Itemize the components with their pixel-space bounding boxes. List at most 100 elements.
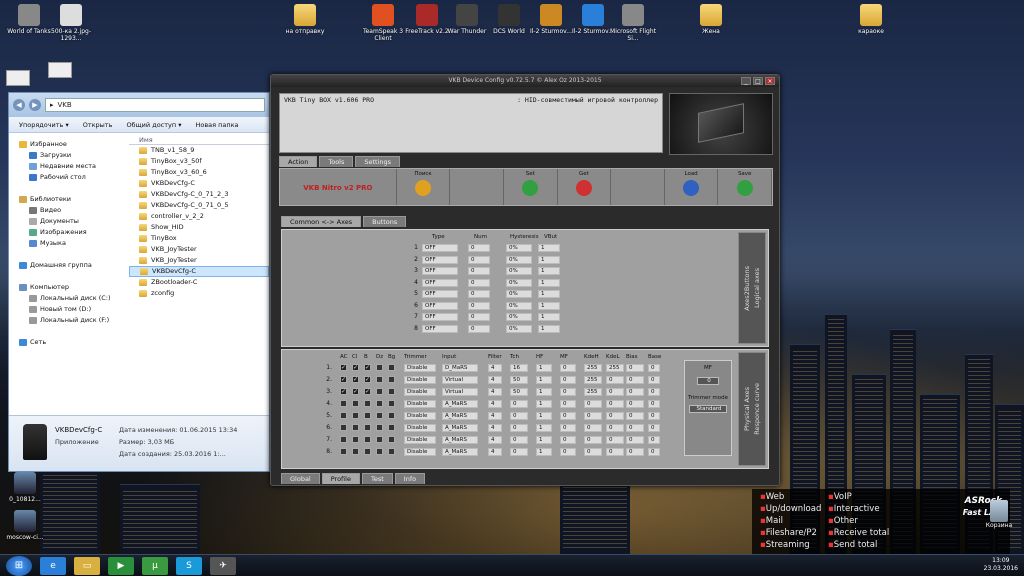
base-input[interactable]: 0	[648, 412, 660, 420]
file-row[interactable]: TinyBox_v3_60_6	[129, 167, 269, 178]
tch-input[interactable]: 0	[510, 448, 528, 456]
num-input[interactable]: 0	[468, 267, 490, 275]
option-checkbox[interactable]	[340, 376, 347, 383]
trimmer-select[interactable]: Disable	[404, 376, 436, 384]
option-checkbox[interactable]	[352, 448, 359, 455]
tch-input[interactable]: 16	[510, 364, 528, 372]
option-checkbox[interactable]	[376, 436, 383, 443]
taskbar-app[interactable]: ✈	[210, 556, 236, 575]
tch-input[interactable]: 0	[510, 436, 528, 444]
file-row[interactable]: TinyBox_v3_50f	[129, 156, 269, 167]
file-row[interactable]: VKB_JoyTester	[129, 244, 269, 255]
type-select[interactable]: OFF	[422, 244, 458, 252]
tab-action[interactable]: Action	[279, 156, 318, 167]
hysteresis-select[interactable]: 0%	[506, 313, 532, 321]
hysteresis-select[interactable]: 0%	[506, 290, 532, 298]
num-input[interactable]: 0	[468, 278, 490, 287]
option-checkbox[interactable]	[388, 400, 395, 407]
filter-input[interactable]: 4	[488, 388, 502, 396]
nav-item[interactable]: Изображения	[9, 227, 127, 238]
hysteresis-select[interactable]: 0%	[506, 267, 532, 275]
option-checkbox[interactable]	[352, 412, 359, 419]
mf-input[interactable]: 0	[560, 448, 576, 456]
toolbar-button[interactable]: Общий доступ ▾	[126, 121, 181, 129]
kdel-input[interactable]: 0	[606, 376, 624, 384]
option-checkbox[interactable]	[340, 436, 347, 443]
trimmer-select[interactable]: Disable	[404, 436, 436, 444]
type-select[interactable]: OFF	[422, 278, 458, 287]
filter-input[interactable]: 4	[488, 448, 502, 456]
option-checkbox[interactable]	[340, 400, 347, 407]
address-input[interactable]: ▸ VKB	[45, 98, 265, 112]
filter-input[interactable]: 4	[488, 436, 502, 444]
option-checkbox[interactable]	[388, 412, 395, 419]
tab-global[interactable]: Global	[281, 473, 320, 484]
filter-input[interactable]: 4	[488, 424, 502, 432]
kdel-input[interactable]: 0	[606, 448, 624, 456]
option-checkbox[interactable]	[388, 424, 395, 431]
mf-input[interactable]: 0	[560, 376, 576, 384]
taskbar-app[interactable]: S	[176, 556, 202, 575]
kdeh-input[interactable]: 255	[584, 364, 602, 372]
option-checkbox[interactable]	[388, 376, 395, 383]
trimmer-select[interactable]: Disable	[404, 424, 436, 432]
option-checkbox[interactable]	[376, 424, 383, 431]
base-input[interactable]: 0	[648, 376, 660, 384]
option-checkbox[interactable]	[352, 436, 359, 443]
type-select[interactable]: OFF	[422, 301, 458, 310]
option-checkbox[interactable]	[340, 412, 347, 419]
num-input[interactable]: 0	[468, 244, 490, 252]
input-select[interactable]: Virtual	[442, 388, 478, 396]
option-checkbox[interactable]	[376, 364, 383, 371]
file-row[interactable]: VKBDevCfg-C	[129, 178, 269, 189]
tch-input[interactable]: 50	[510, 388, 528, 396]
input-select[interactable]: A_MaRS	[442, 436, 478, 444]
bias-input[interactable]: 0	[626, 376, 644, 384]
bias-input[interactable]: 0	[626, 364, 644, 372]
back-icon[interactable]: ◀	[13, 99, 25, 111]
mf-input[interactable]: 0	[697, 377, 719, 385]
filter-input[interactable]: 4	[488, 412, 502, 420]
hf-input[interactable]: 1	[536, 436, 552, 444]
base-input[interactable]: 0	[648, 448, 660, 456]
base-input[interactable]: 0	[648, 388, 660, 396]
desktop-icon[interactable]: War Thunder	[444, 4, 490, 35]
kdeh-input[interactable]: 0	[584, 436, 602, 444]
hf-input[interactable]: 1	[536, 364, 552, 372]
file-row[interactable]: TNB_v1_58_9	[129, 145, 269, 156]
hf-input[interactable]: 1	[536, 388, 552, 396]
file-row[interactable]: VKBDevCfg-C	[129, 266, 269, 277]
mf-input[interactable]: 0	[560, 424, 576, 432]
option-checkbox[interactable]	[376, 388, 383, 395]
action-поиск[interactable]: Поиск	[397, 169, 451, 205]
trimmer-select[interactable]: Disable	[404, 448, 436, 456]
tab-tools[interactable]: Tools	[319, 156, 354, 167]
filter-input[interactable]: 4	[488, 400, 502, 408]
option-checkbox[interactable]	[388, 436, 395, 443]
taskbar-app[interactable]: ▭	[74, 556, 100, 575]
vbut-input[interactable]: 1	[538, 278, 560, 287]
desktop-icon[interactable]: 0_10812...	[2, 472, 48, 503]
toolbar-button[interactable]: Открыть	[83, 121, 113, 129]
kdel-input[interactable]: 0	[606, 400, 624, 408]
hysteresis-select[interactable]: 0%	[506, 301, 532, 310]
bias-input[interactable]: 0	[626, 424, 644, 432]
vbut-input[interactable]: 1	[538, 290, 560, 298]
close-icon[interactable]: ×	[765, 77, 775, 85]
num-input[interactable]: 0	[468, 313, 490, 321]
hf-input[interactable]: 1	[536, 376, 552, 384]
option-checkbox[interactable]	[364, 400, 371, 407]
desktop-icon[interactable]: Microsoft Flight Si...	[610, 4, 656, 42]
nav-item[interactable]: Компьютер	[9, 282, 127, 293]
nav-item[interactable]: Недавние места	[9, 161, 127, 172]
nav-item[interactable]: Новый том (D:)	[9, 304, 127, 315]
option-checkbox[interactable]	[376, 400, 383, 407]
tch-input[interactable]: 50	[510, 376, 528, 384]
option-checkbox[interactable]	[364, 424, 371, 431]
nav-item[interactable]: Библиотеки	[9, 194, 127, 205]
minimize-icon[interactable]: _	[741, 77, 751, 85]
clock[interactable]: 13:09 23.03.2016	[984, 557, 1018, 573]
kdel-input[interactable]: 0	[606, 436, 624, 444]
file-row[interactable]: VKBDevCfg-C_0_71_0_5	[129, 200, 269, 211]
type-select[interactable]: OFF	[422, 290, 458, 298]
